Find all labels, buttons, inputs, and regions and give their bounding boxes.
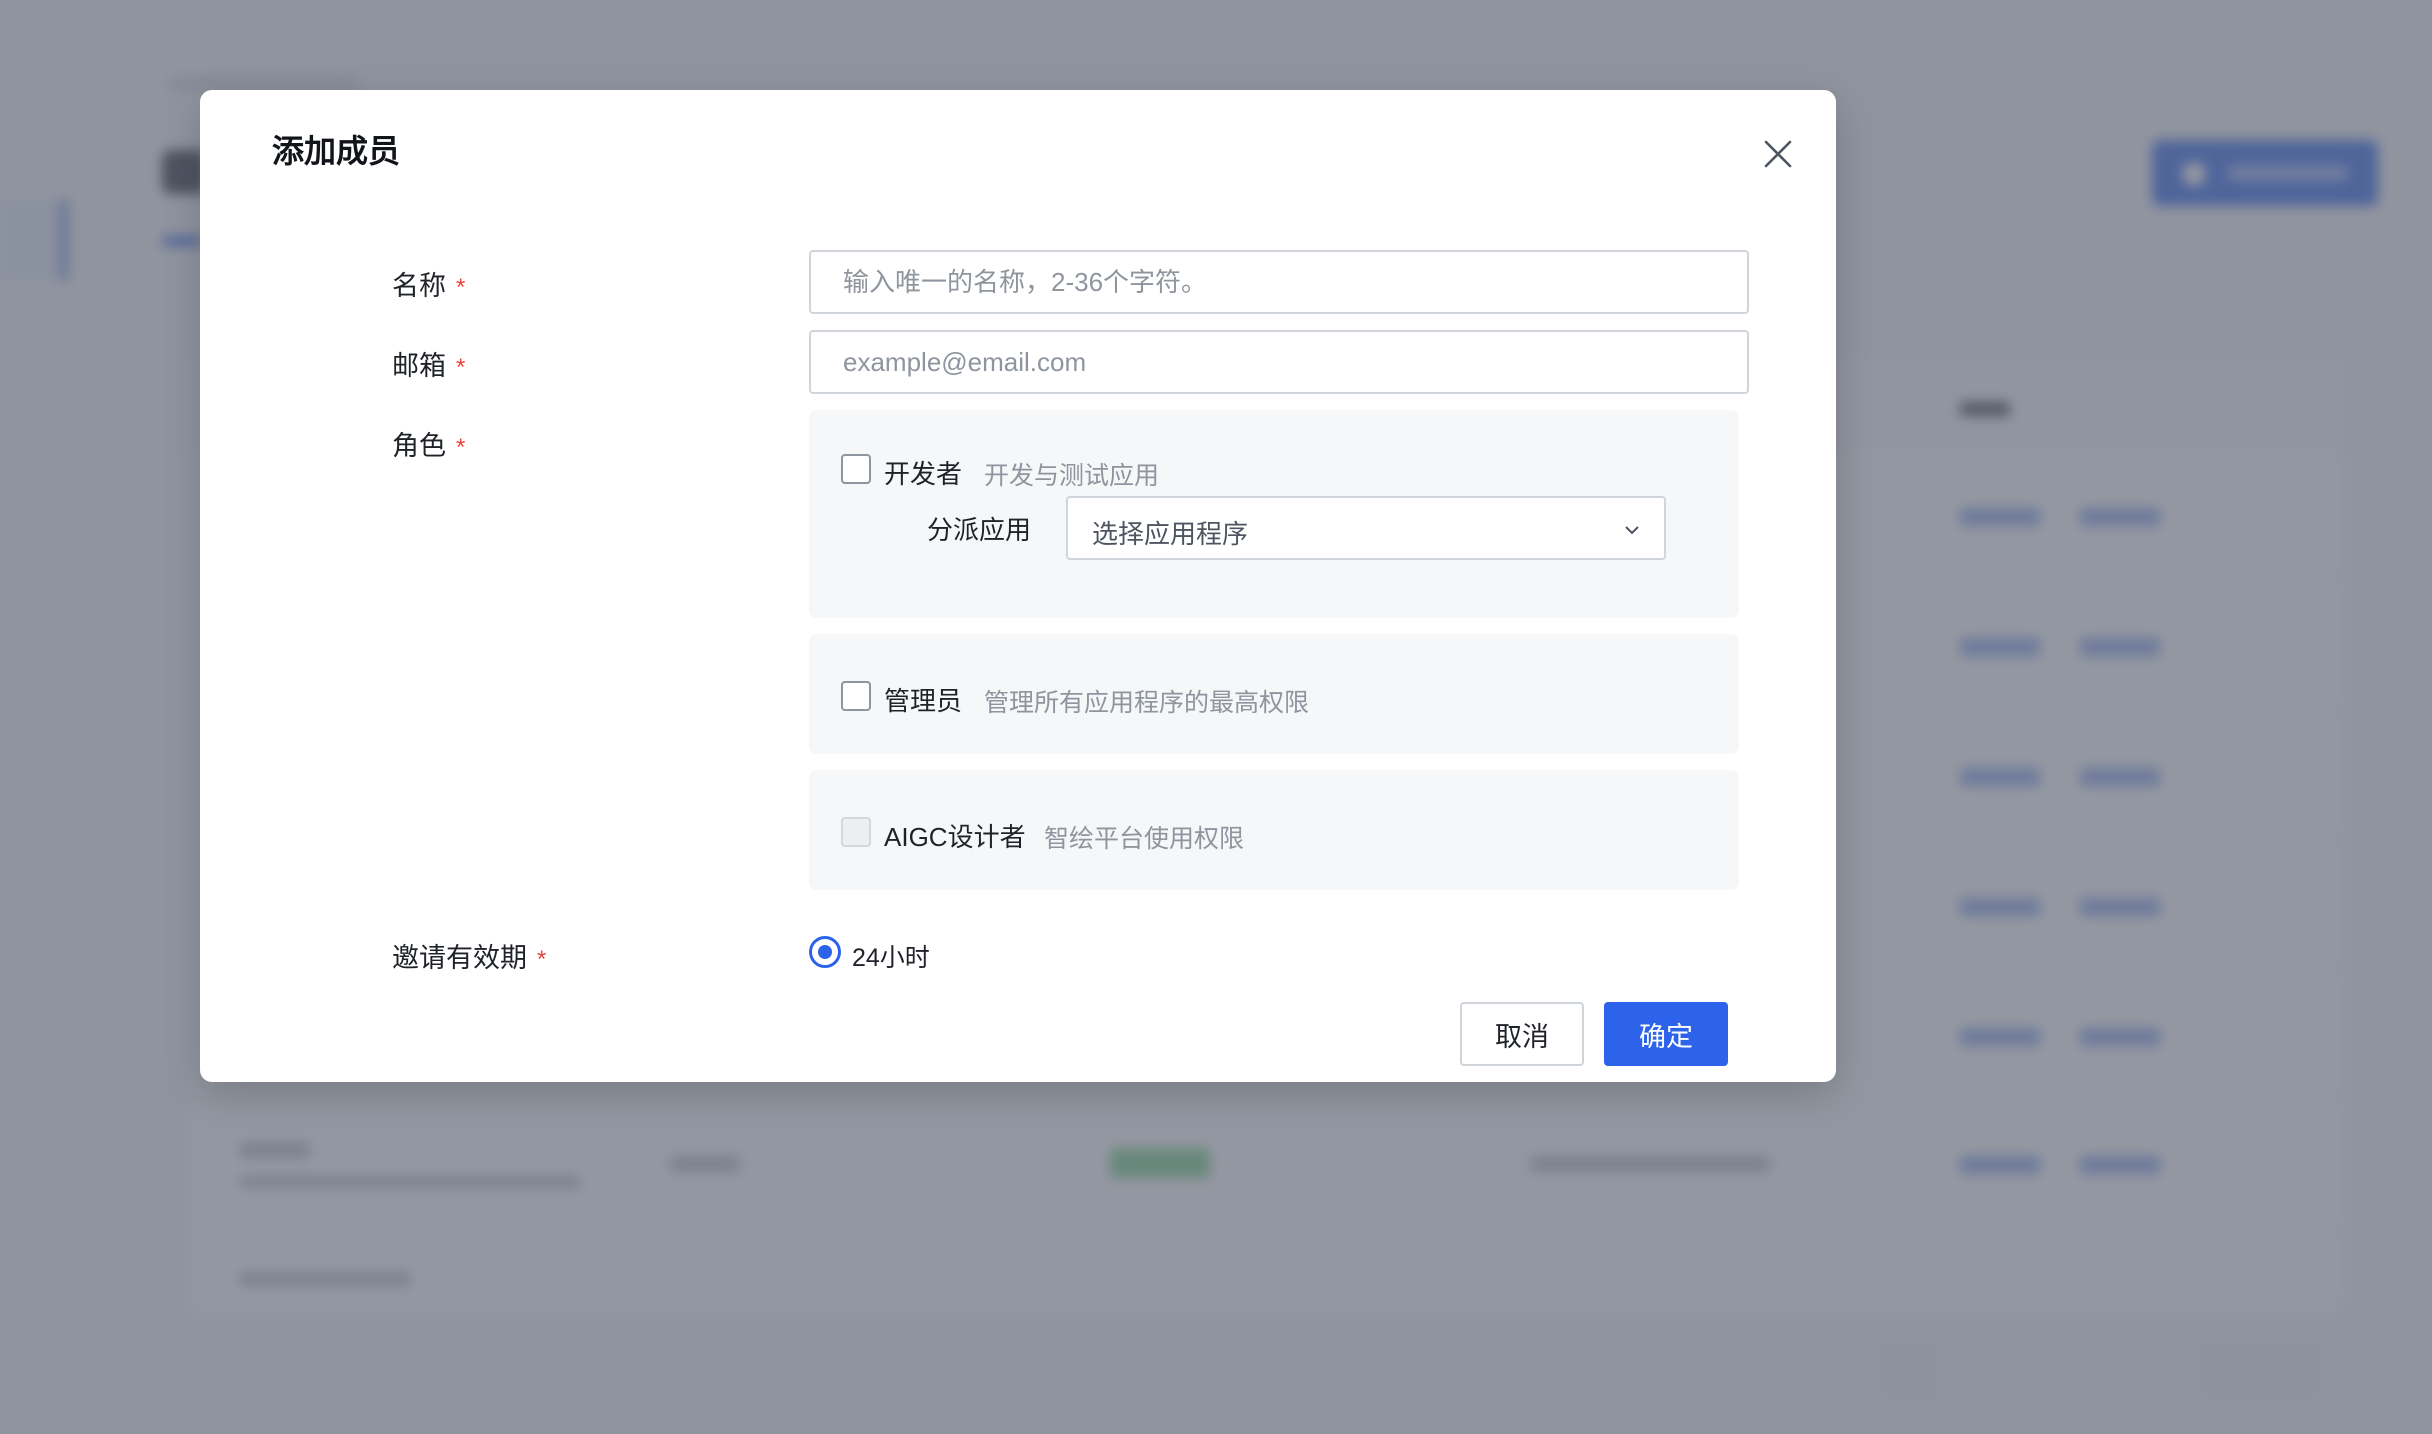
developer-checkbox[interactable] — [841, 454, 871, 484]
assign-app-select[interactable]: 选择应用程序 — [1066, 496, 1666, 560]
role-option-aigc: AIGC设计者 智绘平台使用权限 — [809, 770, 1739, 890]
email-input[interactable] — [809, 330, 1749, 394]
role-option-developer: 开发者 开发与测试应用 分派应用 选择应用程序 — [809, 410, 1739, 618]
admin-role-desc: 管理所有应用程序的最高权限 — [984, 689, 1310, 717]
assign-app-placeholder: 选择应用程序 — [1092, 519, 1249, 549]
required-mark: * — [456, 434, 466, 461]
name-input[interactable] — [809, 250, 1749, 314]
aigc-role-name: AIGC设计者 — [884, 822, 1026, 852]
assign-app-label: 分派应用 — [927, 515, 1032, 545]
admin-role-name: 管理员 — [884, 686, 963, 716]
admin-checkbox[interactable] — [841, 681, 871, 711]
chevron-down-icon — [1625, 526, 1639, 535]
dialog-title: 添加成员 — [272, 133, 401, 169]
add-member-dialog: 添加成员 名称* 邮箱* 角色* 开发者 开发与测试应用 分派应用 选择应用程序… — [200, 90, 1836, 1082]
close-button[interactable] — [1756, 132, 1800, 176]
expiry-label: 邀请有效期 * — [392, 943, 547, 973]
aigc-role-desc: 智绘平台使用权限 — [1044, 825, 1245, 853]
required-mark: * — [537, 946, 547, 973]
role-option-admin: 管理员 管理所有应用程序的最高权限 — [809, 634, 1739, 754]
developer-role-desc: 开发与测试应用 — [984, 462, 1160, 490]
required-mark: * — [456, 354, 466, 381]
confirm-button[interactable]: 确定 — [1604, 1002, 1728, 1066]
close-icon — [1764, 140, 1792, 168]
developer-role-name: 开发者 — [884, 459, 963, 489]
cancel-button[interactable]: 取消 — [1460, 1002, 1584, 1066]
expiry-24h-label: 24小时 — [852, 944, 930, 972]
role-label: 角色 * — [392, 431, 466, 461]
aigc-checkbox — [841, 817, 871, 847]
expiry-24h-radio[interactable] — [809, 936, 841, 968]
name-label: 名称 * — [392, 271, 466, 301]
required-mark: * — [456, 274, 466, 301]
email-label: 邮箱 * — [392, 351, 466, 381]
